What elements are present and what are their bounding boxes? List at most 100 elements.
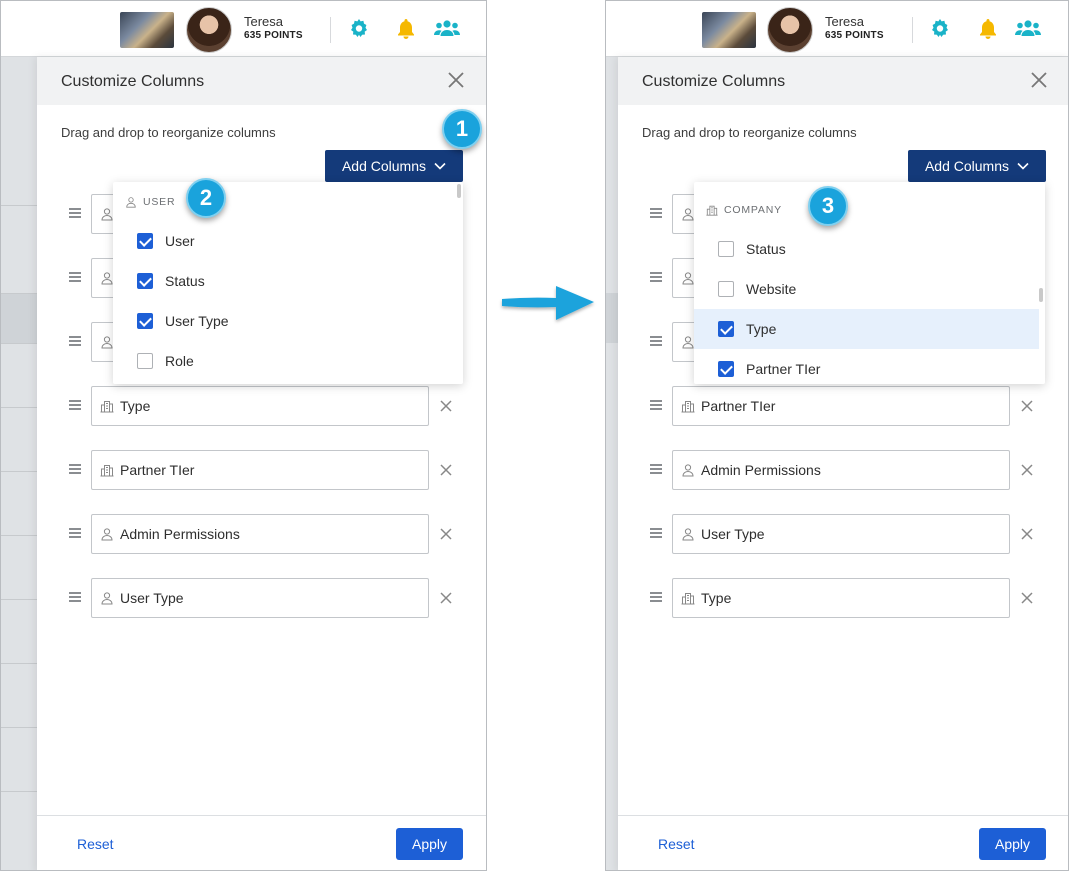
dropdown-option[interactable]: Website: [694, 269, 1045, 309]
drag-handle-icon[interactable]: [69, 208, 81, 218]
option-label: Partner TIer: [746, 361, 821, 377]
column-label: Type: [120, 398, 151, 414]
gear-icon[interactable]: [347, 17, 371, 41]
dropdown-option[interactable]: User: [113, 221, 463, 261]
reset-link[interactable]: Reset: [77, 836, 114, 852]
drag-handle-icon[interactable]: [69, 592, 81, 602]
apply-button[interactable]: Apply: [396, 828, 463, 860]
avatar[interactable]: [767, 7, 813, 53]
column-field: User Type: [672, 514, 1010, 554]
dropdown-option[interactable]: Partner TIer: [694, 349, 1045, 384]
bell-icon[interactable]: [976, 17, 1000, 41]
option-label: Status: [746, 241, 786, 257]
drag-hint: Drag and drop to reorganize columns: [642, 125, 857, 140]
column-row[interactable]: Partner TIer: [648, 386, 1038, 426]
column-row[interactable]: Admin Permissions: [67, 514, 457, 554]
option-label: User: [165, 233, 195, 249]
user-icon: [682, 208, 694, 221]
drag-handle-icon[interactable]: [69, 528, 81, 538]
modal-header: Customize Columns: [618, 57, 1068, 105]
add-columns-dropdown: USER User Status User Type Role: [113, 182, 463, 384]
dropdown-option[interactable]: Status: [694, 229, 1045, 269]
customize-columns-modal: Customize Columns Drag and drop to reorg…: [618, 57, 1068, 870]
panel-before: Teresa 635 POINTS Customize Columns Drag…: [0, 0, 487, 871]
column-row[interactable]: Type: [648, 578, 1038, 618]
arrow-right-icon: [502, 286, 594, 320]
drag-handle-icon[interactable]: [650, 336, 662, 346]
avatar[interactable]: [186, 7, 232, 53]
scrollbar[interactable]: [1039, 288, 1043, 302]
drag-handle-icon[interactable]: [650, 528, 662, 538]
users-icon[interactable]: [433, 17, 461, 41]
checkbox[interactable]: [718, 241, 734, 257]
checkbox[interactable]: [137, 273, 153, 289]
remove-column-icon[interactable]: [1020, 463, 1034, 477]
chevron-down-icon: [434, 162, 446, 170]
column-field: User Type: [91, 578, 429, 618]
column-row[interactable]: Admin Permissions: [648, 450, 1038, 490]
drag-handle-icon[interactable]: [69, 464, 81, 474]
gear-icon[interactable]: [928, 17, 952, 41]
dropdown-option[interactable]: User Type: [113, 301, 463, 341]
column-field: Type: [91, 386, 429, 426]
remove-column-icon[interactable]: [439, 463, 453, 477]
background-row: [606, 293, 618, 343]
option-label: Role: [165, 353, 194, 369]
apply-button[interactable]: Apply: [979, 828, 1046, 860]
company-icon: [681, 593, 695, 605]
remove-column-icon[interactable]: [1020, 399, 1034, 413]
option-label: Status: [165, 273, 205, 289]
checkbox[interactable]: [137, 313, 153, 329]
remove-column-icon[interactable]: [439, 527, 453, 541]
column-label: User Type: [701, 526, 765, 542]
remove-column-icon[interactable]: [1020, 591, 1034, 605]
company-thumbnail[interactable]: [120, 12, 174, 48]
drag-handle-icon[interactable]: [69, 336, 81, 346]
reset-link[interactable]: Reset: [658, 836, 695, 852]
drag-handle-icon[interactable]: [650, 464, 662, 474]
drag-handle-icon[interactable]: [650, 272, 662, 282]
checkbox[interactable]: [137, 353, 153, 369]
top-bar: Teresa 635 POINTS: [606, 1, 1068, 57]
top-bar: Teresa 635 POINTS: [1, 1, 486, 57]
bell-icon[interactable]: [394, 17, 418, 41]
column-field: Partner TIer: [91, 450, 429, 490]
checkbox[interactable]: [718, 281, 734, 297]
step-badge-1: 1: [442, 109, 482, 149]
close-icon[interactable]: [447, 71, 465, 89]
checkbox[interactable]: [137, 233, 153, 249]
background-table: [1, 57, 37, 870]
user-icon: [101, 592, 113, 605]
column-row[interactable]: Type: [67, 386, 457, 426]
dropdown-section-header: COMPANY: [706, 204, 782, 216]
modal-header: Customize Columns: [37, 57, 486, 105]
column-row[interactable]: User Type: [648, 514, 1038, 554]
close-icon[interactable]: [1030, 71, 1048, 89]
company-thumbnail[interactable]: [702, 12, 756, 48]
customize-columns-modal: Customize Columns Drag and drop to reorg…: [37, 57, 486, 870]
drag-handle-icon[interactable]: [650, 400, 662, 410]
checkbox[interactable]: [718, 361, 734, 377]
drag-hint: Drag and drop to reorganize columns: [61, 125, 276, 140]
column-label: Admin Permissions: [120, 526, 240, 542]
column-row[interactable]: User Type: [67, 578, 457, 618]
column-row[interactable]: Partner TIer: [67, 450, 457, 490]
dropdown-option[interactable]: Status: [113, 261, 463, 301]
add-columns-button[interactable]: Add Columns: [325, 150, 463, 182]
remove-column-icon[interactable]: [1020, 527, 1034, 541]
modal-footer: Reset Apply: [618, 815, 1068, 870]
drag-handle-icon[interactable]: [69, 272, 81, 282]
users-icon[interactable]: [1014, 17, 1042, 41]
checkbox[interactable]: [718, 321, 734, 337]
dropdown-option[interactable]: Role: [113, 341, 463, 381]
dropdown-option[interactable]: Type: [694, 309, 1039, 349]
remove-column-icon[interactable]: [439, 591, 453, 605]
drag-handle-icon[interactable]: [650, 208, 662, 218]
remove-column-icon[interactable]: [439, 399, 453, 413]
add-columns-button[interactable]: Add Columns: [908, 150, 1046, 182]
scrollbar[interactable]: [457, 184, 461, 198]
company-icon: [681, 401, 695, 413]
modal-title: Customize Columns: [642, 73, 786, 90]
drag-handle-icon[interactable]: [650, 592, 662, 602]
drag-handle-icon[interactable]: [69, 400, 81, 410]
